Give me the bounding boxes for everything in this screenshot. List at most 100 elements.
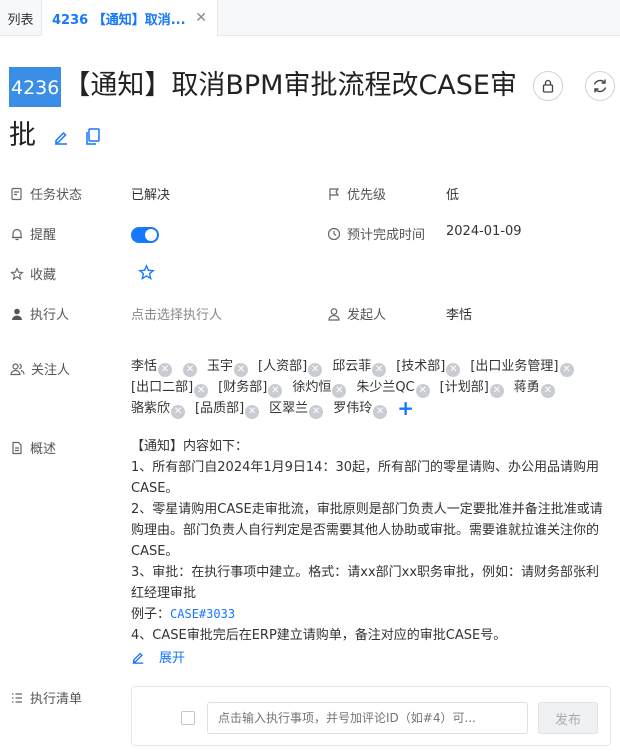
user-icon (12, 308, 22, 320)
bell-icon (12, 228, 22, 240)
summary-line: 1、所有部门自2024年1月9日14：30起，所有部门的零星请购、办公用品请购用… (131, 460, 599, 496)
remove-icon[interactable]: ✕ (308, 363, 323, 377)
status-value[interactable]: 已解决 (131, 184, 170, 203)
remove-icon[interactable]: ✕ (171, 405, 186, 419)
checklist-field: 执行清单 (10, 688, 82, 707)
remove-icon[interactable]: ✕ (540, 384, 555, 398)
follower-chip[interactable]: 蒋勇 ✕ (514, 377, 555, 398)
follower-chip[interactable]: [出口业务管理] ✕ (470, 356, 574, 377)
summary-line: 4、CASE审批完后在ERP建立请购单，备注对应的审批CASE号。 (131, 628, 507, 643)
close-icon[interactable]: ✕ (195, 10, 207, 26)
remove-icon[interactable]: ✕ (372, 363, 387, 377)
tab-list-label: 列表 (7, 12, 34, 28)
status-icon (11, 187, 22, 200)
checklist-checkbox[interactable] (181, 711, 195, 725)
summary-line: 【通知】内容如下： (131, 439, 249, 454)
summary-line: 2、零星请购用CASE走审批流，审批原则是部门负责人一定要批准并备注批准或请购理… (131, 502, 603, 559)
due-field: 预计完成时间 (327, 224, 425, 243)
page-title: 4236 【通知】取消BPM审批流程改CASE审批 (9, 62, 521, 161)
tab-list[interactable]: 列表 (0, 0, 42, 36)
follower-chip[interactable]: 骆紫欣 ✕ (131, 398, 186, 419)
remove-icon[interactable]: ✕ (194, 384, 209, 398)
summary-content: 【通知】内容如下： 1、所有部门自2024年1月9日14：30起，所有部门的零星… (131, 436, 611, 646)
lock-button[interactable] (533, 71, 563, 101)
follower-chip[interactable]: 朱少兰QC ✕ (356, 377, 430, 398)
tab-bar: 列表 4236 【通知】取消... ✕ (0, 0, 620, 37)
lock-icon (542, 79, 554, 93)
checklist-label: 执行清单 (30, 692, 83, 707)
list-icon (12, 692, 22, 703)
remove-icon[interactable]: ✕ (489, 384, 504, 398)
initiator-label: 发起人 (347, 308, 387, 323)
follower-chip[interactable]: 邱云菲 ✕ (332, 356, 387, 377)
favorite-label: 收藏 (30, 268, 57, 283)
users-icon (10, 362, 25, 375)
title-actions (53, 113, 110, 161)
priority-value[interactable]: 低 (446, 184, 459, 203)
copy-icon[interactable] (85, 128, 101, 146)
summary-line: 3、审批：在执行事项中建立。格式：请xx部门xx职务审批，例如：请财务部张利红经… (131, 565, 600, 601)
assignee-field: 执行人 (10, 304, 69, 323)
refresh-icon (593, 79, 607, 93)
case-link[interactable]: CASE#3033 (170, 607, 235, 621)
expand-label: 展开 (159, 651, 186, 666)
tab-task-label: 4236 【通知】取消... (52, 13, 186, 28)
assignee-select[interactable]: 点击选择执行人 (131, 304, 222, 323)
publish-button[interactable]: 发布 (538, 702, 598, 734)
follower-chip[interactable]: [技术部] ✕ (396, 356, 461, 377)
star-icon[interactable] (138, 264, 155, 281)
due-value[interactable]: 2024-01-09 (446, 224, 522, 239)
follower-chip[interactable]: 罗伟玲 ✕ (333, 398, 388, 419)
remove-icon[interactable]: ✕ (268, 384, 283, 398)
remove-icon[interactable]: ✕ (559, 363, 574, 377)
summary-example: 例子：CASE#3033 (131, 607, 236, 622)
follower-chip[interactable]: 李恬 ✕ (131, 356, 173, 377)
add-follower-button[interactable]: + (397, 396, 414, 420)
follower-chip[interactable]: [财务部] ✕ (218, 377, 283, 398)
followers-field: 关注人 (10, 359, 70, 378)
expand-button[interactable]: 展开 (131, 647, 185, 666)
remove-icon[interactable]: ✕ (309, 405, 324, 419)
remove-icon[interactable]: ✕ (373, 405, 388, 419)
remove-icon[interactable]: ✕ (158, 363, 173, 377)
status-label: 任务状态 (30, 188, 83, 203)
refresh-button[interactable] (585, 71, 615, 101)
edit-icon[interactable] (131, 650, 145, 664)
tab-task-4236[interactable]: 4236 【通知】取消... ✕ (42, 0, 218, 37)
assignee-label: 执行人 (30, 308, 70, 323)
clock-icon (327, 227, 341, 240)
reminder-toggle[interactable] (131, 227, 159, 243)
remove-icon[interactable]: ✕ (183, 363, 198, 377)
remove-icon[interactable]: ✕ (415, 384, 430, 398)
follower-chip[interactable]: 徐灼恒 ✕ (292, 377, 347, 398)
checklist-input[interactable] (207, 702, 528, 734)
remove-icon[interactable]: ✕ (332, 384, 347, 398)
follower-chip[interactable]: ✕ (182, 356, 198, 377)
user-outline-icon (328, 307, 340, 321)
favorite-field: 收藏 (10, 264, 56, 283)
follower-chip[interactable]: [出口二部] ✕ (131, 377, 209, 398)
remove-icon[interactable]: ✕ (446, 363, 461, 377)
remove-icon[interactable]: ✕ (245, 405, 260, 419)
status-field: 任务状态 (10, 184, 82, 203)
checklist-composer: 发布 (131, 686, 611, 746)
edit-icon[interactable] (53, 129, 69, 145)
follower-chip[interactable]: [人资部] ✕ (258, 356, 323, 377)
priority-field: 优先级 (327, 184, 386, 203)
follower-chip[interactable]: [计划部] ✕ (440, 377, 504, 398)
flag-icon (329, 187, 340, 200)
follower-chip[interactable]: 区翠兰 ✕ (269, 398, 324, 419)
follower-chip[interactable]: 玉宇 ✕ (207, 356, 249, 377)
summary-label: 概述 (30, 442, 57, 457)
initiator-field: 发起人 (327, 304, 386, 323)
reminder-label: 提醒 (30, 228, 57, 243)
initiator-value[interactable]: 李恬 (446, 304, 472, 323)
summary-field: 概述 (10, 438, 56, 457)
star-outline-icon (10, 266, 24, 280)
priority-label: 优先级 (347, 188, 387, 203)
followers-list: 李恬 ✕ ✕ 玉宇 ✕ [人资部] ✕ 邱云菲 ✕ [技术部] ✕ [出口业务管理] ✕[出口二部] ✕[… (131, 356, 601, 419)
follower-chip[interactable]: [品质部] ✕ (195, 398, 260, 419)
reminder-field: 提醒 (10, 224, 56, 243)
followers-label: 关注人 (31, 363, 71, 378)
remove-icon[interactable]: ✕ (234, 363, 249, 377)
